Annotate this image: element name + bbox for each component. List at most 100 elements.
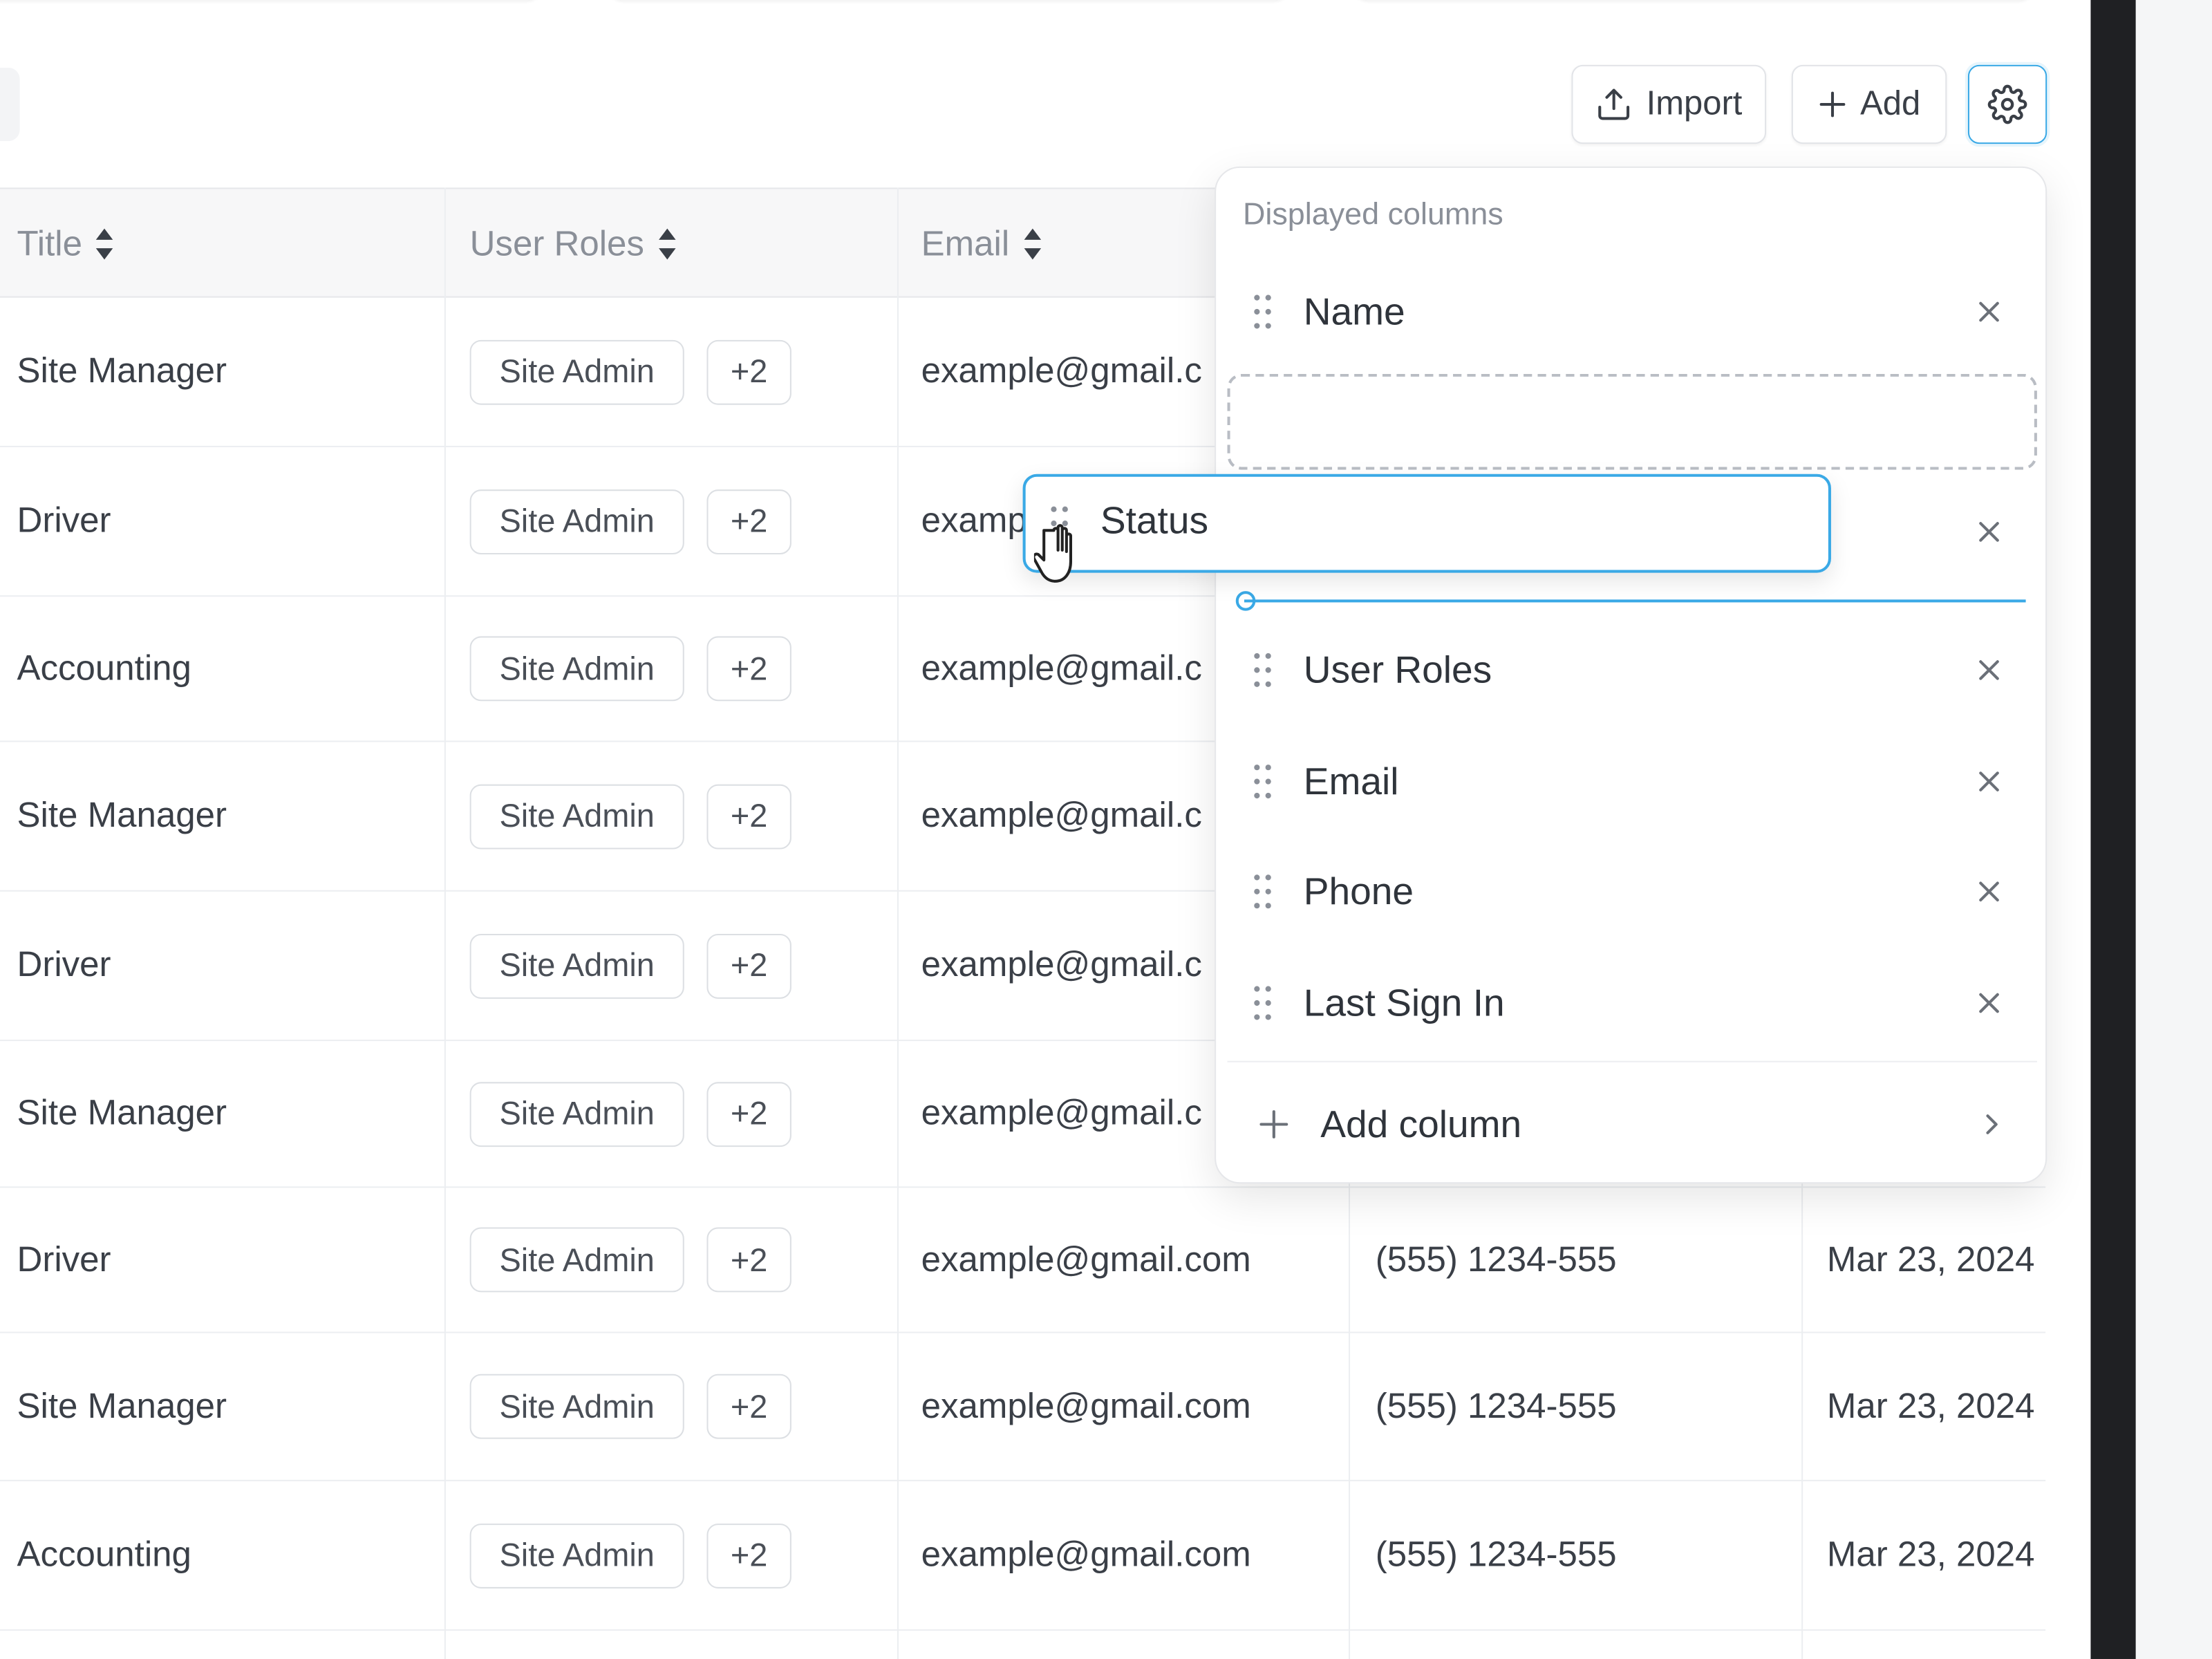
column-divider — [444, 187, 446, 1659]
drag-handle-icon[interactable] — [1253, 873, 1273, 910]
cell-phone: (555) 1234-555 — [1375, 1535, 1617, 1575]
drop-indicator-line — [1244, 599, 2026, 603]
grab-cursor-icon — [1033, 524, 1073, 583]
import-button[interactable]: Import — [1571, 64, 1767, 144]
remove-column-icon[interactable] — [1969, 983, 2009, 1022]
plus-icon — [1259, 1110, 1288, 1138]
column-item-label: Email — [1303, 759, 1399, 803]
cell-email: example@gmail.com — [921, 1386, 1251, 1426]
cell-user-roles: Site Admin +2 — [469, 1481, 893, 1629]
cell-user-roles: Site Admin +2 — [469, 742, 893, 890]
column-divider — [897, 187, 899, 1659]
sort-icon[interactable] — [1023, 228, 1041, 260]
dragging-column-label: Status — [1100, 499, 1209, 542]
dragging-column-item-status[interactable]: Status — [1022, 474, 1831, 573]
more-roles-chip[interactable]: +2 — [706, 932, 791, 998]
background-area — [2135, 0, 2212, 1659]
import-label: Import — [1646, 84, 1743, 123]
table-row[interactable]: Accounting Site Admin +2 example@gmail.com (… — [0, 1481, 2046, 1631]
cell-last-sign-in: Mar 23, 2024 — [1826, 1535, 2035, 1575]
cell-last-sign-in: Mar 23, 2024 — [1826, 1386, 2035, 1426]
more-roles-chip[interactable]: +2 — [706, 636, 791, 702]
column-header-title[interactable]: Title — [17, 189, 113, 299]
cell-title: Site Manager — [17, 1386, 227, 1426]
add-column-button[interactable]: Add column — [1216, 1082, 2048, 1166]
role-chip[interactable]: Site Admin — [469, 1227, 684, 1293]
cell-title: Site Manager — [17, 1093, 227, 1133]
sort-icon[interactable] — [96, 228, 113, 260]
column-item-user-roles[interactable]: User Roles — [1216, 628, 2048, 712]
plus-icon — [1819, 91, 1845, 118]
table-row[interactable]: Site Manager Site Admin +2 example@gmail.co… — [0, 1333, 2046, 1481]
more-roles-chip[interactable]: +2 — [706, 489, 791, 554]
column-item-label: User Roles — [1303, 648, 1492, 691]
role-chip[interactable]: Site Admin — [469, 932, 684, 998]
cell-title: Driver — [17, 500, 111, 541]
more-roles-chip[interactable]: +2 — [706, 339, 791, 404]
column-item-name[interactable]: Name — [1216, 270, 2048, 354]
column-item-last-sign-in[interactable]: Last Sign In — [1216, 961, 2048, 1045]
more-roles-chip[interactable]: +2 — [706, 1374, 791, 1439]
more-roles-chip[interactable]: +2 — [706, 1523, 791, 1588]
more-roles-chip[interactable]: +2 — [706, 1227, 791, 1293]
add-button[interactable]: Add — [1791, 64, 1947, 144]
cell-title: Site Manager — [17, 351, 227, 391]
column-header-email[interactable]: Email — [921, 189, 1041, 299]
drop-placeholder — [1227, 373, 2037, 470]
cell-user-roles: Site Admin +2 — [469, 298, 893, 446]
role-chip[interactable]: Site Admin — [469, 636, 684, 702]
column-header-user-roles[interactable]: User Roles — [470, 189, 675, 299]
cell-title: Accounting — [17, 648, 191, 688]
upload-icon — [1598, 88, 1630, 120]
cell-last-sign-in: Mar 23, 2024 — [1826, 1239, 2035, 1279]
column-item-label: Phone — [1303, 870, 1414, 912]
cell-user-roles: Site Admin +2 — [469, 1188, 893, 1331]
remove-column-icon[interactable] — [1969, 292, 2009, 331]
cell-user-roles: Site Admin +2 — [469, 892, 893, 1040]
back-button[interactable] — [0, 67, 20, 142]
role-chip[interactable]: Site Admin — [469, 489, 684, 554]
column-item-phone[interactable]: Phone — [1216, 850, 2048, 934]
more-roles-chip[interactable]: +2 — [706, 783, 791, 849]
cell-user-roles: Site Admin +2 — [469, 597, 893, 740]
role-chip[interactable]: Site Admin — [469, 1374, 684, 1439]
role-chip[interactable]: Site Admin — [469, 1081, 684, 1147]
drag-handle-icon[interactable] — [1253, 984, 1273, 1021]
column-header-email-label: Email — [921, 223, 1010, 263]
cell-user-roles: Site Admin +2 — [469, 447, 893, 595]
cell-user-roles: Site Admin +2 — [469, 1041, 893, 1186]
drag-handle-icon[interactable] — [1253, 652, 1273, 688]
cell-phone: (555) 1234-555 — [1375, 1386, 1617, 1426]
role-chip[interactable]: Site Admin — [469, 1523, 684, 1588]
drag-handle-icon[interactable] — [1253, 763, 1273, 800]
displayed-columns-popover: Displayed columns Name User Roles Email … — [1215, 166, 2048, 1184]
role-chip[interactable]: Site Admin — [469, 339, 684, 404]
cell-title: Site Manager — [17, 796, 227, 836]
remove-column-icon[interactable] — [1969, 512, 2009, 552]
more-roles-chip[interactable]: +2 — [706, 1081, 791, 1147]
add-column-label: Add column — [1320, 1102, 1522, 1145]
popover-title: Displayed columns — [1242, 196, 1503, 232]
app-canvas: Import Add Title User Roles Email Site M… — [0, 0, 2212, 1659]
sort-icon[interactable] — [658, 228, 675, 260]
column-settings-button[interactable] — [1967, 64, 2047, 144]
chevron-right-icon — [1986, 1114, 1998, 1134]
gear-icon — [1987, 84, 2027, 124]
cell-email: example@gmail.com — [921, 1535, 1251, 1575]
remove-column-icon[interactable] — [1969, 762, 2009, 801]
role-chip[interactable]: Site Admin — [469, 783, 684, 849]
popover-divider — [1227, 1060, 2037, 1062]
cell-email: example@gmail.com — [921, 1239, 1251, 1279]
window-edge — [2090, 0, 2136, 1659]
column-item-label: Name — [1303, 290, 1405, 332]
cell-user-roles: Site Admin +2 — [469, 1333, 893, 1480]
cell-title: Driver — [17, 1239, 111, 1279]
add-label: Add — [1860, 84, 1921, 123]
column-item-email[interactable]: Email — [1216, 739, 2048, 823]
cell-title: Driver — [17, 945, 111, 985]
drag-handle-icon[interactable] — [1253, 293, 1273, 330]
remove-column-icon[interactable] — [1969, 650, 2009, 690]
remove-column-icon[interactable] — [1969, 872, 2009, 911]
table-row[interactable]: Driver Site Admin +2 example@gmail.com (555)… — [0, 1188, 2046, 1333]
column-item-label: Last Sign In — [1303, 981, 1505, 1024]
